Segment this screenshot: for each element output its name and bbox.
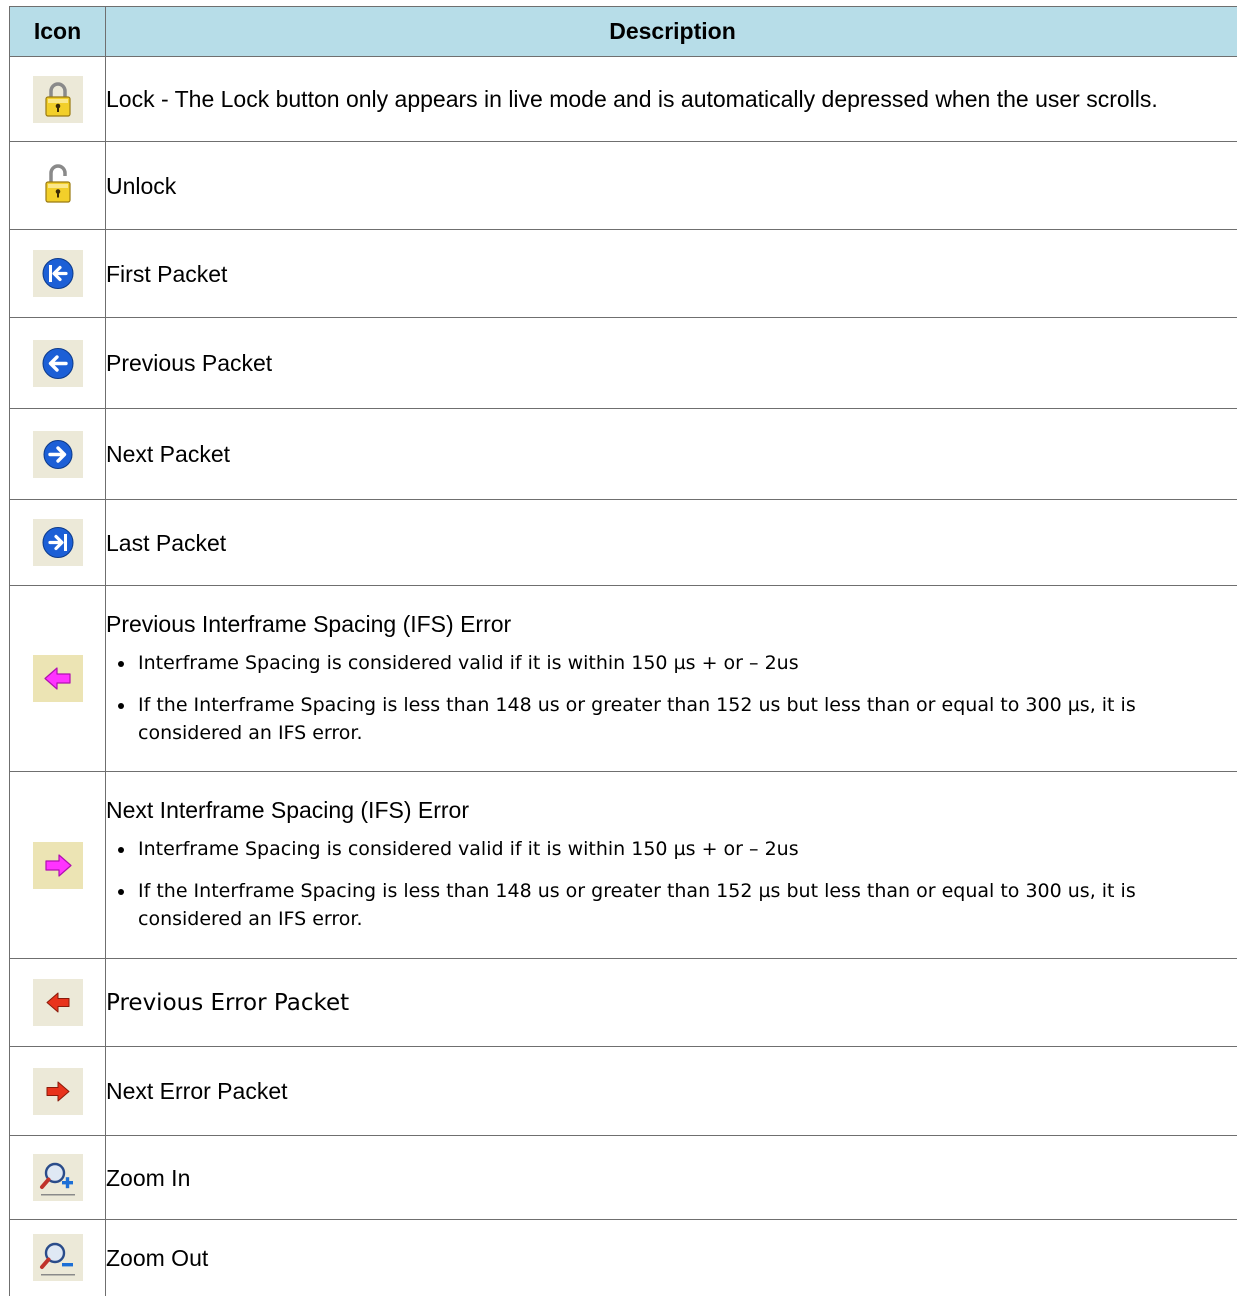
description-cell: Next Error Packet — [106, 1047, 1237, 1136]
table-row: Zoom In — [10, 1136, 1237, 1220]
next-error-packet-icon — [33, 1068, 83, 1115]
description-title: Previous Interframe Spacing (IFS) Error — [106, 609, 1237, 639]
bullet-item: Interframe Spacing is considered valid i… — [136, 649, 1237, 677]
zoom-out-icon — [33, 1234, 83, 1281]
next-packet-icon — [33, 431, 83, 478]
first-packet-icon — [33, 250, 83, 297]
table-row: Zoom Out — [10, 1220, 1237, 1296]
table-row: Next Packet — [10, 409, 1237, 500]
description-cell: Zoom In — [106, 1136, 1237, 1220]
description-cell: Next Packet — [106, 409, 1237, 500]
description-cell: Previous Packet — [106, 318, 1237, 409]
previous-error-packet-icon — [33, 979, 83, 1026]
description-cell: Next Interframe Spacing (IFS) Error Inte… — [106, 772, 1237, 959]
previous-ifs-error-icon — [33, 655, 83, 702]
description-cell: Last Packet — [106, 500, 1237, 586]
table-row: Lock - The Lock button only appears in l… — [10, 57, 1237, 142]
description-cell: First Packet — [106, 230, 1237, 318]
description-title: Next Interframe Spacing (IFS) Error — [106, 795, 1237, 825]
table-row: Unlock — [10, 142, 1237, 230]
table-row: Previous Interframe Spacing (IFS) Error … — [10, 586, 1237, 772]
header-icon: Icon — [10, 7, 106, 57]
description-cell: Zoom Out — [106, 1220, 1237, 1296]
description-cell: Previous Error Packet — [106, 959, 1237, 1047]
description-cell: Previous Interframe Spacing (IFS) Error … — [106, 586, 1237, 772]
bullet-item: If the Interframe Spacing is less than 1… — [136, 691, 1237, 747]
previous-packet-icon — [33, 340, 83, 387]
lock-icon — [33, 76, 83, 123]
last-packet-icon — [33, 519, 83, 566]
description-cell: Unlock — [106, 142, 1237, 230]
table-row: First Packet — [10, 230, 1237, 318]
table-row: Next Error Packet — [10, 1047, 1237, 1136]
bullet-list: Interframe Spacing is considered valid i… — [106, 649, 1237, 747]
icon-description-table: Icon Description Lock - The Lock button … — [9, 6, 1237, 1296]
table-header-row: Icon Description — [10, 7, 1237, 57]
description-cell: Lock - The Lock button only appears in l… — [106, 57, 1237, 142]
zoom-in-icon — [33, 1154, 83, 1201]
table-row: Previous Error Packet — [10, 959, 1237, 1047]
bullet-list: Interframe Spacing is considered valid i… — [106, 835, 1237, 933]
next-ifs-error-icon — [33, 842, 83, 889]
bullet-item: Interframe Spacing is considered valid i… — [136, 835, 1237, 863]
unlock-icon — [33, 162, 83, 209]
header-description: Description — [106, 7, 1237, 57]
table-row: Next Interframe Spacing (IFS) Error Inte… — [10, 772, 1237, 959]
table-row: Last Packet — [10, 500, 1237, 586]
table-row: Previous Packet — [10, 318, 1237, 409]
bullet-item: If the Interframe Spacing is less than 1… — [136, 877, 1237, 933]
